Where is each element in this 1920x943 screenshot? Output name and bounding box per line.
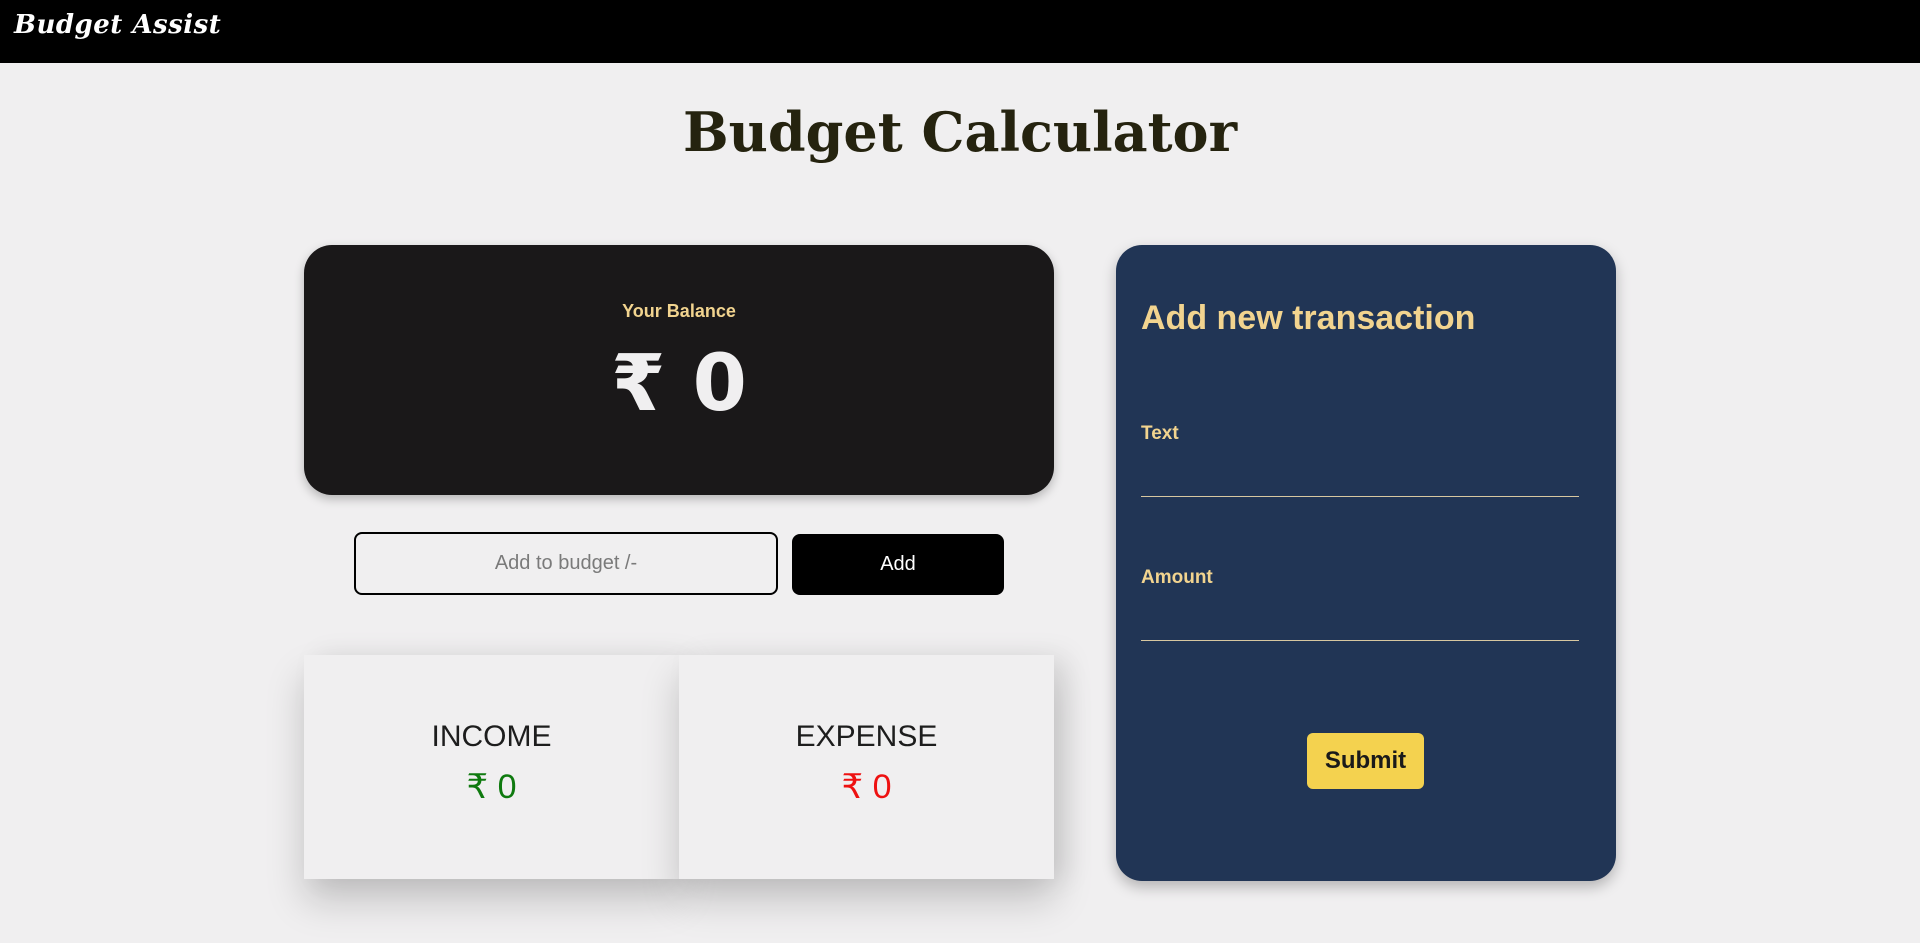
transaction-amount-input[interactable] (1141, 605, 1579, 641)
text-field-label: Text (1141, 423, 1179, 444)
balance-card: Your Balance ₹ 0 (304, 245, 1054, 495)
balance-label: Your Balance (622, 301, 736, 321)
transaction-form-title: Add new transaction (1141, 299, 1476, 337)
balance-value: ₹ 0 (611, 339, 747, 429)
add-to-budget-input[interactable] (354, 532, 778, 595)
transaction-text-input[interactable] (1141, 461, 1579, 497)
amount-field-label: Amount (1141, 567, 1213, 588)
submit-transaction-button[interactable]: Submit (1307, 733, 1424, 789)
expense-label: EXPENSE (795, 720, 938, 753)
expense-value: ₹ 0 (841, 768, 892, 806)
top-navbar: Budget Assist (0, 0, 1920, 63)
income-box: INCOME ₹ 0 (304, 655, 679, 879)
expense-box: EXPENSE ₹ 0 (679, 655, 1054, 879)
page-title: Budget Calculator (682, 100, 1238, 164)
add-transaction-card: Add new transaction Text Amount Submit (1116, 245, 1616, 881)
income-expense-summary: INCOME ₹ 0 EXPENSE ₹ 0 (304, 655, 1054, 879)
add-budget-button[interactable]: Add (792, 534, 1004, 595)
income-value: ₹ 0 (466, 768, 517, 806)
income-label: INCOME (431, 720, 552, 753)
brand-logo-text[interactable]: Budget Assist (14, 10, 221, 40)
